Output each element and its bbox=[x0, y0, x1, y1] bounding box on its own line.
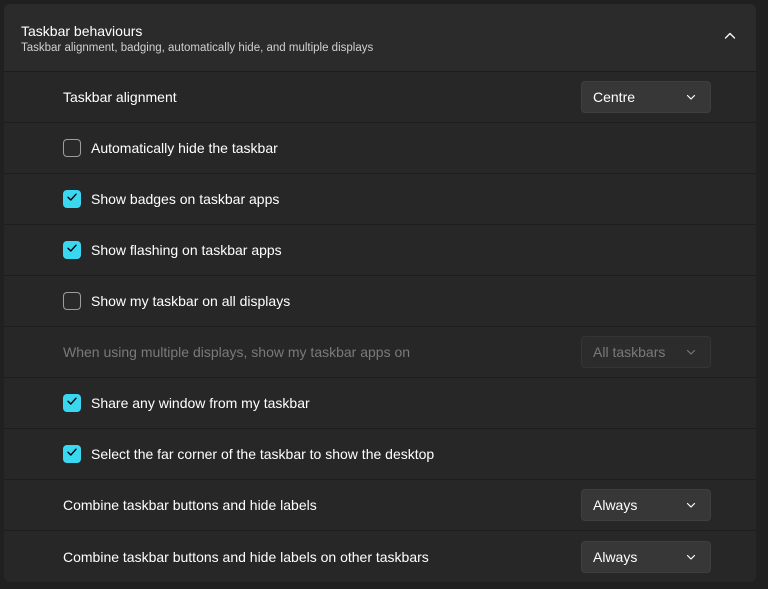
section-title: Taskbar behaviours bbox=[21, 23, 143, 39]
chevron-down-icon bbox=[686, 552, 696, 562]
flashing-label[interactable]: Show flashing on taskbar apps bbox=[91, 242, 282, 258]
badges-checkbox[interactable] bbox=[63, 190, 81, 208]
share-window-label[interactable]: Share any window from my taskbar bbox=[91, 395, 310, 411]
setting-row-far-corner[interactable]: Select the far corner of the taskbar to … bbox=[4, 429, 756, 480]
combine-buttons-label: Combine taskbar buttons and hide labels bbox=[63, 497, 317, 513]
all-displays-label[interactable]: Show my taskbar on all displays bbox=[91, 293, 290, 309]
section-subtitle: Taskbar alignment, badging, automaticall… bbox=[21, 42, 374, 54]
flashing-checkbox[interactable] bbox=[63, 241, 81, 259]
combine-buttons-dropdown[interactable]: Always bbox=[581, 489, 711, 521]
taskbar-alignment-label: Taskbar alignment bbox=[63, 89, 177, 105]
chevron-down-icon bbox=[686, 347, 696, 357]
setting-row-combine-buttons: Combine taskbar buttons and hide labels … bbox=[4, 480, 756, 531]
setting-row-combine-other: Combine taskbar buttons and hide labels … bbox=[4, 531, 756, 582]
auto-hide-label[interactable]: Automatically hide the taskbar bbox=[91, 140, 278, 156]
checkmark-icon bbox=[66, 190, 78, 208]
dropdown-value: All taskbars bbox=[593, 344, 666, 360]
taskbar-behaviours-header[interactable]: Taskbar behaviours Taskbar alignment, ba… bbox=[4, 4, 756, 72]
checkmark-icon bbox=[66, 394, 78, 412]
setting-row-taskbar-alignment: Taskbar alignment Centre bbox=[4, 72, 756, 123]
collapse-button[interactable] bbox=[712, 20, 748, 56]
dropdown-value: Always bbox=[593, 548, 638, 565]
dropdown-value: Always bbox=[593, 497, 638, 513]
auto-hide-checkbox[interactable] bbox=[63, 139, 81, 157]
share-window-checkbox[interactable] bbox=[63, 394, 81, 412]
setting-row-flashing[interactable]: Show flashing on taskbar apps bbox=[4, 225, 756, 276]
taskbar-behaviours-panel: Taskbar behaviours Taskbar alignment, ba… bbox=[4, 4, 756, 582]
badges-label[interactable]: Show badges on taskbar apps bbox=[91, 191, 279, 207]
checkmark-icon bbox=[66, 241, 78, 259]
setting-row-multi-display-apps: When using multiple displays, show my ta… bbox=[4, 327, 756, 378]
taskbar-alignment-dropdown[interactable]: Centre bbox=[581, 81, 711, 113]
all-displays-checkbox[interactable] bbox=[63, 292, 81, 310]
chevron-up-icon bbox=[724, 29, 736, 47]
setting-row-all-displays[interactable]: Show my taskbar on all displays bbox=[4, 276, 756, 327]
multi-display-apps-label: When using multiple displays, show my ta… bbox=[63, 344, 411, 360]
setting-row-share-window[interactable]: Share any window from my taskbar bbox=[4, 378, 756, 429]
setting-row-badges[interactable]: Show badges on taskbar apps bbox=[4, 174, 756, 225]
setting-row-auto-hide[interactable]: Automatically hide the taskbar bbox=[4, 123, 756, 174]
multi-display-apps-dropdown: All taskbars bbox=[581, 336, 711, 368]
far-corner-checkbox[interactable] bbox=[63, 445, 81, 463]
chevron-down-icon bbox=[686, 500, 696, 510]
combine-other-label: Combine taskbar buttons and hide labels … bbox=[63, 548, 429, 565]
combine-other-dropdown[interactable]: Always bbox=[581, 540, 711, 573]
checkmark-icon bbox=[66, 445, 78, 463]
far-corner-label[interactable]: Select the far corner of the taskbar to … bbox=[91, 446, 434, 462]
dropdown-value: Centre bbox=[593, 89, 636, 105]
chevron-down-icon bbox=[686, 92, 696, 102]
